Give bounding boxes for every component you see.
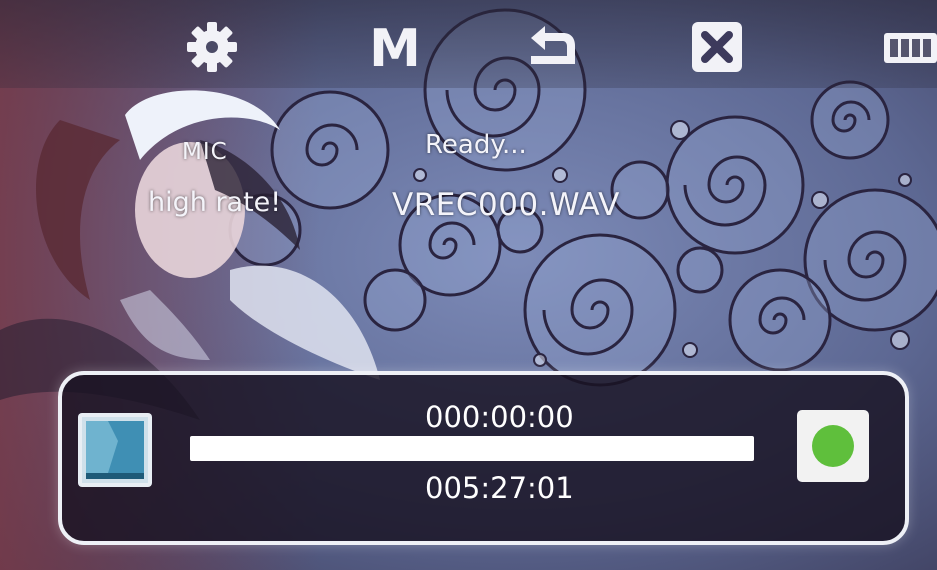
settings-button[interactable] bbox=[183, 18, 241, 76]
filename-label: VREC000.WAV bbox=[392, 187, 620, 223]
menu-m-icon: M bbox=[369, 19, 421, 76]
folder-icon bbox=[82, 417, 148, 483]
record-icon bbox=[812, 425, 854, 467]
record-button[interactable] bbox=[797, 410, 869, 482]
back-button[interactable] bbox=[523, 18, 581, 76]
input-source-label: MIC bbox=[182, 139, 228, 165]
folder-button[interactable] bbox=[78, 413, 152, 487]
close-button[interactable] bbox=[688, 18, 746, 76]
menu-button[interactable]: M bbox=[366, 18, 424, 76]
menu-label: M bbox=[369, 19, 421, 76]
battery-indicator bbox=[883, 31, 937, 65]
quality-label: high rate! bbox=[148, 187, 282, 218]
return-arrow-icon bbox=[531, 26, 575, 64]
battery-icon bbox=[884, 33, 937, 63]
top-toolbar bbox=[0, 0, 937, 88]
gear-icon bbox=[187, 22, 237, 72]
close-icon bbox=[692, 22, 742, 72]
remaining-time: 005:27:01 bbox=[425, 471, 574, 505]
elapsed-time: 000:00:00 bbox=[425, 400, 574, 434]
progress-bar[interactable] bbox=[190, 436, 754, 461]
progress-fill bbox=[190, 436, 754, 461]
status-label: Ready... bbox=[425, 130, 527, 160]
